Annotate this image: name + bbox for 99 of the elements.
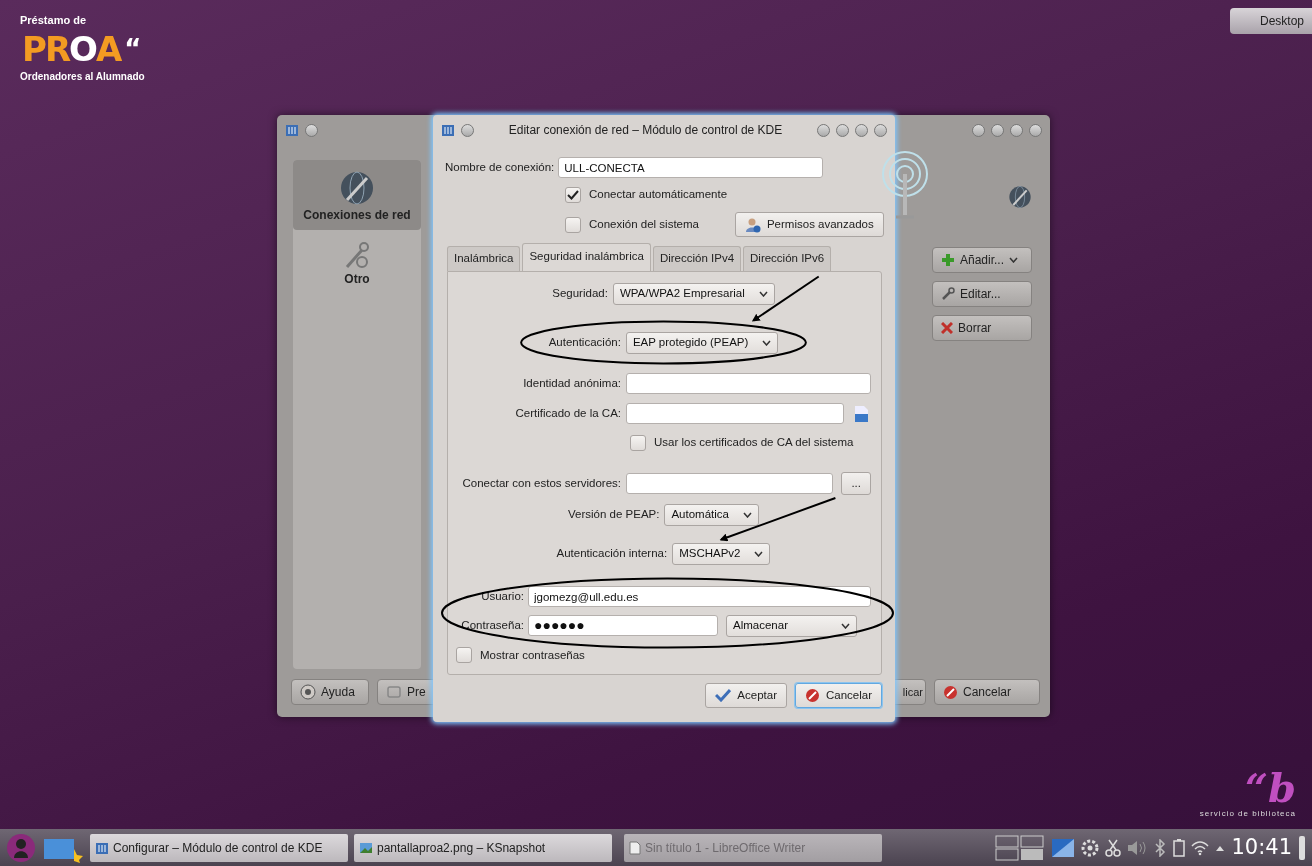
- dropdown[interactable]: EAP protegido (PEAP): [625, 331, 779, 354]
- dropdown[interactable]: MSCHAPv2: [672, 542, 771, 565]
- field-label: Autenticación:: [548, 334, 621, 350]
- tab[interactable]: Seguridad inalámbrica: [522, 243, 651, 271]
- logo-wordmark: PROA“: [21, 28, 141, 69]
- image-icon: [359, 840, 373, 855]
- reset-icon: [386, 684, 402, 700]
- volume-icon[interactable]: [1127, 839, 1148, 856]
- checkmark-icon: [715, 688, 732, 703]
- document-icon: [629, 840, 641, 855]
- input-field[interactable]: [626, 373, 871, 394]
- field-label: Certificado de la CA:: [514, 405, 622, 421]
- input-field[interactable]: jgomezg@ull.edu.es: [528, 586, 871, 607]
- show-desktop-button[interactable]: Desktop: [1229, 8, 1312, 34]
- annotation-arrow: [751, 275, 820, 322]
- checkbox[interactable]: [565, 216, 581, 233]
- logo-text: Préstamo de: [20, 13, 88, 28]
- checkbox-label: Conectar automáticamente: [589, 187, 728, 203]
- caret-icon: [754, 550, 764, 557]
- checkbox-label: Mostrar contraseñas: [480, 647, 585, 663]
- tab[interactable]: Dirección IPv6: [743, 246, 832, 271]
- input-field[interactable]: [626, 473, 834, 494]
- maximize-button[interactable]: [855, 123, 868, 137]
- sidebar-item[interactable]: Conexiones de red: [293, 160, 421, 230]
- bluetooth-icon[interactable]: [1153, 838, 1168, 857]
- logo-text: servicio de biblioteca: [1199, 808, 1296, 820]
- battery-icon[interactable]: [1173, 838, 1186, 857]
- help-button[interactable]: [817, 123, 830, 137]
- close-button[interactable]: [1029, 123, 1042, 137]
- cancel-button[interactable]: Cancelar: [794, 682, 882, 708]
- globe-icon: [1008, 185, 1032, 209]
- delete-icon: [941, 322, 953, 334]
- field-label: Nombre de conexión:: [445, 159, 555, 175]
- caret-icon: [762, 339, 772, 346]
- user-icon: [744, 216, 761, 233]
- caret-icon: [742, 511, 752, 518]
- launcher-icon[interactable]: [6, 832, 36, 863]
- field-label: Autenticación interna:: [556, 545, 668, 561]
- maximize-button[interactable]: [1010, 123, 1023, 137]
- taskbar-task[interactable]: pantallaproa2.png – KSnapshot: [354, 833, 612, 862]
- checkbox[interactable]: [630, 434, 646, 451]
- scissors-icon[interactable]: [1105, 838, 1122, 857]
- cancel-icon: [943, 684, 958, 700]
- checkbox-label: Conexión del sistema: [589, 217, 699, 232]
- dropdown[interactable]: Automática: [664, 503, 759, 526]
- file-open-icon[interactable]: [853, 404, 869, 423]
- minimize-button[interactable]: [836, 123, 849, 137]
- footer-button[interactable]: Ayuda: [291, 679, 369, 705]
- checkbox-label: Usar los certificados de CA del sistema: [654, 434, 854, 450]
- caret-icon: [758, 290, 768, 297]
- desktop-pager-icon[interactable]: [995, 833, 1046, 862]
- app-icon: [441, 123, 455, 137]
- wifi-icon[interactable]: [1191, 839, 1210, 856]
- field-label: Contraseña:: [460, 617, 525, 633]
- clock[interactable]: 10:41: [1231, 831, 1292, 864]
- caret-icon: [1009, 257, 1019, 263]
- field-label: Seguridad:: [552, 285, 608, 301]
- globe-wrench-icon: [339, 170, 375, 206]
- input-field[interactable]: [626, 403, 844, 424]
- wrench-icon: [941, 287, 955, 301]
- taskbar-task[interactable]: Configurar – Módulo de control de KDE: [90, 833, 348, 862]
- window-menu-button[interactable]: [305, 123, 318, 137]
- minimize-button[interactable]: [991, 123, 1004, 137]
- browse-button[interactable]: ...: [841, 471, 871, 496]
- app-icon: [95, 840, 109, 855]
- app-icon: [285, 123, 299, 137]
- accept-button[interactable]: Aceptar: [705, 682, 787, 708]
- tab[interactable]: Dirección IPv4: [652, 246, 742, 271]
- caret-icon: [841, 622, 850, 629]
- checkmark-icon: [567, 190, 579, 200]
- dropdown[interactable]: WPA/WPA2 Empresarial: [612, 282, 775, 305]
- window-menu-button[interactable]: [461, 123, 474, 137]
- action-button[interactable]: Borrar: [932, 315, 1032, 341]
- footer-button[interactable]: Cancelar: [934, 679, 1040, 705]
- field-label: Versión de PEAP:: [568, 506, 660, 522]
- field-label: Usuario:: [480, 588, 525, 604]
- settings-icon[interactable]: [1081, 838, 1100, 857]
- window-title: Editar conexión de red – Módulo de control de KDE: [507, 122, 784, 139]
- action-button[interactable]: Editar...: [932, 281, 1032, 307]
- checkbox[interactable]: [456, 647, 472, 664]
- library-logo: “b: [1244, 768, 1296, 808]
- permissions-button[interactable]: Permisos avanzados: [734, 212, 884, 238]
- help-icon: [300, 684, 316, 700]
- connection-name-field[interactable]: ULL-CONECTA: [558, 157, 824, 178]
- logo-text: Ordenadores al Alumnado: [20, 69, 145, 84]
- password-field[interactable]: ●●●●●●: [528, 615, 718, 636]
- action-button[interactable]: Añadir...: [932, 247, 1032, 273]
- panel-handle-icon[interactable]: [1298, 834, 1306, 861]
- dropdown[interactable]: Almacenar: [726, 614, 857, 637]
- sidebar-item[interactable]: Otro: [293, 230, 421, 294]
- close-button[interactable]: [874, 123, 887, 137]
- help-button[interactable]: [972, 123, 985, 137]
- plus-icon: [941, 253, 955, 267]
- tab[interactable]: Inalámbrica: [447, 246, 521, 271]
- cancel-icon: [804, 687, 820, 703]
- field-label: Conectar con estos servidores:: [461, 475, 622, 491]
- checkbox[interactable]: [565, 187, 581, 203]
- screen-icon[interactable]: [1051, 836, 1076, 859]
- field-label: Identidad anónima:: [522, 375, 622, 391]
